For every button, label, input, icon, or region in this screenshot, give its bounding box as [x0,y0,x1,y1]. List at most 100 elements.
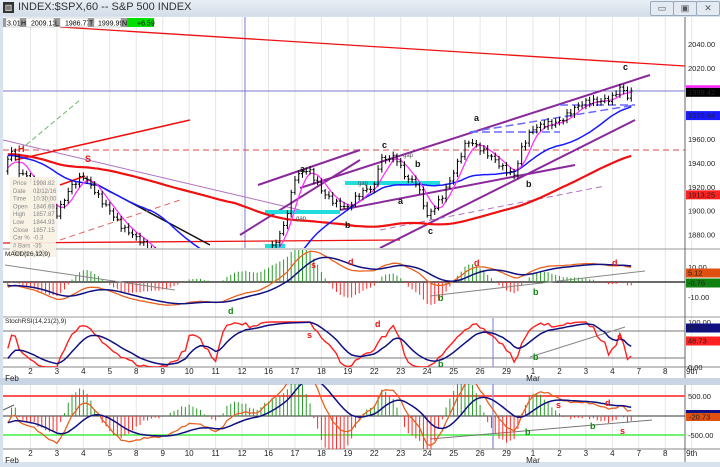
x-tick-label: 29 [502,449,511,458]
price-tick-label: 1880.00 [688,230,715,239]
x-tick-label: 3 [55,367,60,376]
price-marker-label: 1999.42 [688,88,715,97]
x-tick-label: 17 [290,367,299,376]
annotation-s: s [620,426,625,436]
annotation-c: c [623,62,628,72]
x-tick-label: 22 [370,367,379,376]
annotation-d: d [348,257,354,267]
quote-t-label: T [89,21,94,28]
stoch-marker-label: 85.04 [688,324,707,333]
x-tick-label: 26 [476,449,485,458]
x-month-label: Mar [526,374,540,383]
x-tick-label: 8 [663,367,668,376]
x-tick-label: 23 [396,367,405,376]
x-tick-label: 12 [238,449,247,458]
price-tick-label: 2020.00 [688,64,715,73]
macd-tick-label: -10.00 [688,293,709,302]
annotation-c: c [382,140,387,150]
stoch-tick-label: 0.00 [688,363,703,372]
data-window-value: 1846.69 [33,204,55,210]
x-tick-label: 2 [28,367,33,376]
data-window-value: 02/12/16 [33,189,57,195]
osc-marker-label: -20.73 [689,413,710,422]
x-tick-label: 19 [343,367,352,376]
x-tick-label: 19 [343,449,352,458]
annotation-gap: gap [358,181,369,187]
quote-high: 2009.13 [31,21,56,28]
x-tick-label: 11 [211,367,220,376]
annotation-s: s [617,332,622,342]
data-window-label: Low [13,220,25,226]
chart-canvas[interactable]: H S a b c b a c a b c gap gap gap 3.01 H… [0,0,720,467]
price-tick-label: 1940.00 [688,159,715,168]
pane-splitter[interactable] [0,378,720,385]
macd-marker-label: 5.12 [688,269,703,278]
x-tick-label: 22 [370,449,379,458]
x-tick-label: 18 [317,449,326,458]
annotation-b: b [525,427,531,437]
osc-tick-label: -500.00 [688,431,713,440]
stochrsi-label: StochRSI(14,21(2),9) [5,318,66,325]
quote-last: 1999.99 [98,21,123,28]
annotation-b: b [533,352,539,362]
annotation-b: b [345,220,351,230]
x-tick-label: 9 [160,367,165,376]
stoch-marker-label: 48.73 [688,337,707,346]
annotation-s: s [556,400,561,410]
x-tick-label: 2 [557,367,562,376]
data-window-label: Car % [13,236,30,242]
quote-net-change: +6.59 [137,21,155,28]
macd-marker-label: -0.76 [688,279,705,288]
annotation-d: d [605,398,611,408]
x-tick-label: 16 [264,367,273,376]
quote-first: 3.01 [7,21,21,28]
annotation-d: d [375,319,381,329]
x-tick-label: 5 [108,449,113,458]
annotation-b: b [590,421,596,431]
data-window-value: 1844.93 [33,220,55,226]
annotation-d: d [612,258,618,268]
x-tick-label: 8 [663,449,668,458]
x-tick-label: 25 [449,367,458,376]
x-tick-label: 2 [28,449,33,458]
annotation-b: b [415,159,421,169]
annotation-d: d [474,258,480,268]
price-tick-label: 1960.00 [688,135,715,144]
annotation-S: S [85,154,91,164]
quote-low: 1986.77 [65,21,90,28]
data-window-value: -0.3 [33,236,44,242]
quote-l-label: L [55,21,59,28]
x-tick-label: 10 [185,367,194,376]
x-tick-label: 7 [637,367,642,376]
data-window-label: Date [13,189,26,195]
x-tick-label: 24 [423,449,432,458]
x-tick-label: 4 [610,449,615,458]
x-tick-label: 9 [160,449,165,458]
annotation-b: b [526,179,532,189]
data-window: Price 1998.82 Date 02/12/16 Time 10:30:00 Open… [10,177,57,257]
price-marker [686,85,720,88]
x-tick-label: 4 [81,367,86,376]
data-window-label: # Bars [13,243,30,249]
x-tick-label: 26 [476,367,485,376]
data-window-value: 1998.82 [33,181,55,187]
annotation-s: s [311,260,316,270]
x-tick-label: 17 [290,449,299,458]
x-tick-label: 16 [264,449,273,458]
price-tick-label: 2040.00 [688,40,715,49]
annotation-b: b [533,287,539,297]
annotation-s: s [307,330,312,340]
x-month-label: Feb [5,456,19,465]
x-tick-label: 4 [610,367,615,376]
x-tick-label: 29 [502,367,511,376]
x-tick-label: 12 [238,367,247,376]
data-window-label: Time [13,197,27,203]
price-marker-label: 1979.84 [688,111,715,120]
data-window-value: 1857.15 [33,228,55,234]
x-tick-label: 2 [557,449,562,458]
annotation-gap: gap [296,216,307,222]
x-tick-label: 5 [108,367,113,376]
annotation-b: b [438,293,444,303]
data-window-value: 1857.87 [33,212,55,218]
data-window-value: 10:30:00 [33,197,57,203]
